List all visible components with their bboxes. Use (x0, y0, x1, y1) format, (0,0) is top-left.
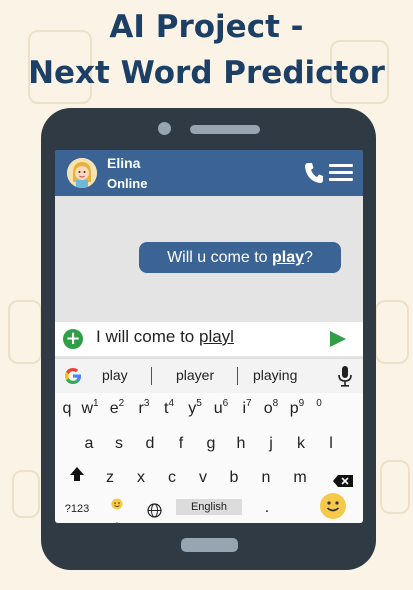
key[interactable]: z (100, 469, 120, 487)
key[interactable]: s (109, 435, 129, 453)
key[interactable]: a (79, 435, 99, 453)
key[interactable]: p9 (287, 398, 307, 418)
emoji-comma-key[interactable]: , (107, 497, 127, 523)
key[interactable]: b (224, 469, 244, 487)
microphone-icon[interactable] (338, 365, 352, 387)
key[interactable]: x (131, 469, 151, 487)
key[interactable]: c (162, 469, 182, 487)
background-decoration (8, 300, 42, 364)
background-decoration (380, 460, 410, 514)
key[interactable]: j (261, 435, 281, 453)
key[interactable]: i7 (237, 398, 257, 418)
key[interactable]: m (290, 469, 310, 487)
suggestion-divider (151, 367, 152, 385)
symbols-key[interactable]: ?123 (61, 503, 93, 515)
globe-icon[interactable] (144, 503, 164, 523)
page-title-line1: AI Project - (109, 9, 304, 45)
avatar[interactable] (67, 158, 97, 188)
backspace-icon[interactable] (333, 472, 353, 487)
period-key[interactable]: . (257, 499, 277, 517)
background-decoration (375, 300, 409, 364)
key[interactable]: t4 (159, 398, 179, 418)
phone-home-button[interactable] (181, 538, 238, 552)
message-bubble: Will u come to play? (139, 242, 341, 273)
background-decoration (12, 470, 40, 518)
emoji-icon (111, 498, 123, 510)
typed-word: playl (198, 327, 234, 346)
key[interactable]: o8 (261, 398, 281, 418)
message-highlight-word: play (272, 249, 305, 266)
message-input-bar[interactable]: + I will come to playl (55, 322, 363, 356)
comma-label: , (115, 511, 119, 523)
chat-header: Elina Online (55, 150, 363, 196)
suggestion-item[interactable]: player (176, 367, 214, 383)
key[interactable]: l (321, 435, 341, 453)
suggestion-bar: play player playing (55, 358, 363, 394)
suggestion-item[interactable]: playing (253, 367, 297, 383)
key[interactable]: w1 (80, 398, 100, 418)
key[interactable]: g (201, 435, 221, 453)
phone-speaker (190, 125, 260, 134)
typed-text: I will come to (96, 327, 199, 346)
key[interactable]: d (140, 435, 160, 453)
message-text: Will u come to (167, 249, 272, 266)
key[interactable]: f (171, 435, 191, 453)
spacebar-language[interactable]: English (176, 499, 242, 515)
key[interactable]: k (291, 435, 311, 453)
key[interactable]: u6 (211, 398, 231, 418)
key[interactable]: h (231, 435, 251, 453)
page-title-line2: Next Word Predictor (28, 55, 385, 91)
key[interactable]: 0 (309, 398, 329, 418)
key[interactable]: y5 (185, 398, 205, 418)
suggestion-item[interactable]: play (102, 367, 128, 383)
phone-screen: Elina Online Will u come to play? + I wi… (55, 150, 363, 523)
phone-camera (158, 122, 171, 135)
key[interactable]: v (193, 469, 213, 487)
keyboard: q w1 e2 r3 t4 y5 u6 i7 o8 p9 0 a s d f g… (55, 393, 363, 523)
shift-arrow-icon[interactable] (69, 466, 85, 482)
message-suffix: ? (304, 249, 313, 266)
send-icon[interactable] (330, 331, 346, 347)
key[interactable]: r3 (134, 398, 154, 418)
suggestion-divider (237, 367, 238, 385)
key[interactable]: q (57, 400, 77, 418)
contact-status: Online (107, 176, 148, 191)
message-input[interactable]: I will come to playl (96, 327, 234, 347)
phone-icon[interactable] (304, 162, 324, 184)
contact-name: Elina (107, 155, 141, 171)
menu-icon[interactable] (329, 164, 353, 181)
emoji-icon[interactable] (320, 493, 346, 519)
plus-circle-icon[interactable]: + (63, 329, 83, 349)
google-icon[interactable] (63, 366, 83, 386)
key[interactable]: e2 (107, 398, 127, 418)
key[interactable]: n (256, 469, 276, 487)
